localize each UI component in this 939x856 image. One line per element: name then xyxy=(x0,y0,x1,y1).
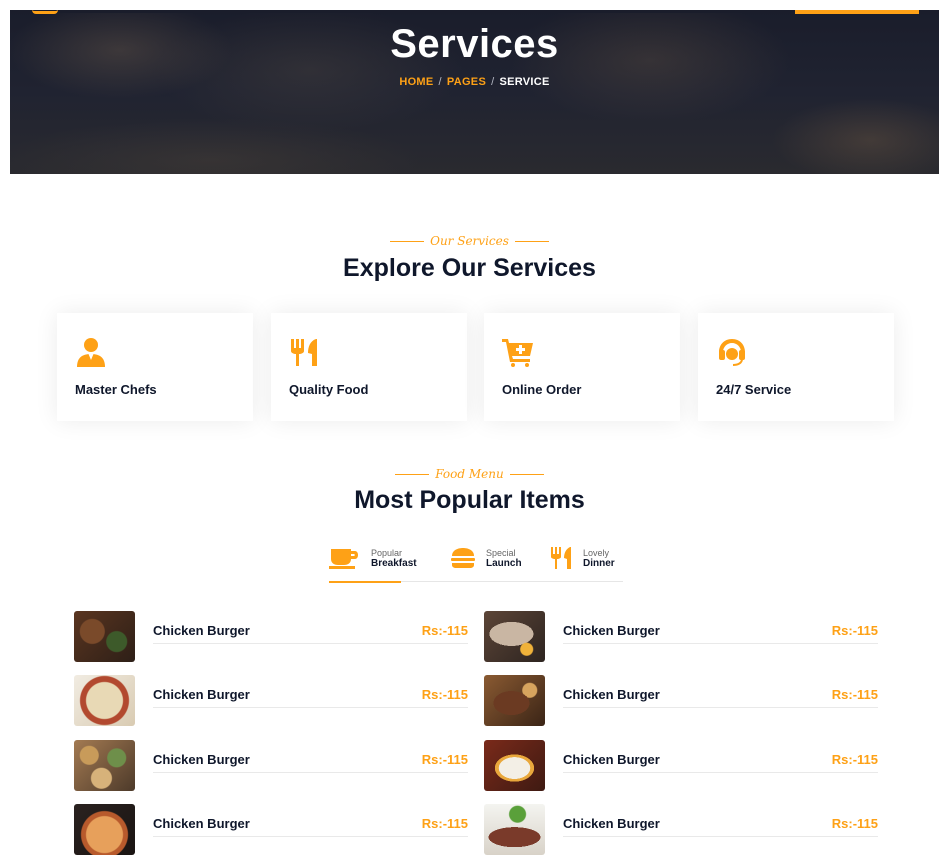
breadcrumb-pages[interactable]: PAGES xyxy=(447,76,486,88)
menu-item-name: Chicken Burger xyxy=(153,752,250,767)
menu-item[interactable]: Chicken Burger Rs:-115 xyxy=(484,804,878,856)
menu-item-name: Chicken Burger xyxy=(563,816,660,831)
breadcrumb: HOME / PAGES / SERVICE xyxy=(10,76,939,88)
breadcrumb-separator: / xyxy=(491,76,495,88)
menu-item[interactable]: Chicken Burger Rs:-115 xyxy=(484,675,878,727)
menu-item-name: Chicken Burger xyxy=(153,623,250,638)
utensils-icon xyxy=(291,339,317,366)
menu-item[interactable]: Chicken Burger Rs:-115 xyxy=(74,740,468,792)
divider xyxy=(563,643,878,644)
breadcrumb-current: SERVICE xyxy=(499,76,550,88)
divider xyxy=(153,643,468,644)
services-title: Explore Our Services xyxy=(343,254,596,282)
divider xyxy=(563,707,878,708)
breadcrumb-separator: / xyxy=(438,76,442,88)
divider xyxy=(563,772,878,773)
food-thumbnail xyxy=(74,804,135,855)
food-thumbnail xyxy=(484,740,545,791)
food-thumbnail xyxy=(74,611,135,662)
menu-item[interactable]: Chicken Burger Rs:-115 xyxy=(74,611,468,663)
menu-item-price: Rs:-115 xyxy=(831,687,878,702)
divider xyxy=(563,836,878,837)
menu-tabs: Popular Breakfast Special Launch Lovely … xyxy=(329,544,623,583)
kicker-line xyxy=(395,474,430,475)
logo-mark[interactable] xyxy=(32,10,58,14)
book-table-button[interactable] xyxy=(795,10,919,14)
tab-title: Breakfast xyxy=(371,558,417,569)
utensils-icon xyxy=(551,547,571,569)
page-title: Services xyxy=(390,22,559,66)
service-card-quality-food[interactable]: Quality Food xyxy=(271,313,467,421)
tab-dinner[interactable]: Lovely Dinner xyxy=(549,544,623,582)
page-header-hero: Services HOME / PAGES / SERVICE xyxy=(10,10,939,174)
divider xyxy=(153,772,468,773)
kicker-line xyxy=(509,474,544,475)
food-thumbnail xyxy=(484,611,545,662)
tab-title: Dinner xyxy=(583,558,615,569)
service-label: Quality Food xyxy=(289,382,369,397)
coffee-icon xyxy=(329,549,358,569)
menu-title: Most Popular Items xyxy=(354,486,585,514)
tab-active-indicator xyxy=(329,581,401,583)
service-label: Master Chefs xyxy=(75,382,157,397)
tab-launch[interactable]: Special Launch xyxy=(450,544,530,582)
menu-item[interactable]: Chicken Burger Rs:-115 xyxy=(484,611,878,663)
menu-item-price: Rs:-115 xyxy=(421,752,468,767)
tab-subtitle: Popular xyxy=(371,548,403,558)
menu-item-name: Chicken Burger xyxy=(153,816,250,831)
menu-item-name: Chicken Burger xyxy=(563,752,660,767)
menu-item[interactable]: Chicken Burger Rs:-115 xyxy=(74,804,468,856)
menu-item-price: Rs:-115 xyxy=(831,816,878,831)
services-kicker: Our Services xyxy=(0,234,939,248)
service-card-24-7-service[interactable]: 24/7 Service xyxy=(698,313,894,421)
service-card-online-order[interactable]: Online Order xyxy=(484,313,680,421)
food-thumbnail xyxy=(484,675,545,726)
tab-subtitle: Lovely xyxy=(583,548,610,558)
food-thumbnail xyxy=(74,675,135,726)
chef-icon xyxy=(77,338,105,367)
headset-icon xyxy=(719,339,745,366)
menu-item-price: Rs:-115 xyxy=(421,687,468,702)
menu-item[interactable]: Chicken Burger Rs:-115 xyxy=(484,740,878,792)
food-thumbnail xyxy=(74,740,135,791)
menu-kicker-text: Food Menu xyxy=(435,467,504,481)
menu-item-price: Rs:-115 xyxy=(831,623,878,638)
food-thumbnail xyxy=(484,804,545,855)
service-card-master-chefs[interactable]: Master Chefs xyxy=(57,313,253,421)
tab-title: Launch xyxy=(486,558,522,569)
breadcrumb-home[interactable]: HOME xyxy=(399,76,433,88)
kicker-line xyxy=(514,241,549,242)
hamburger-icon xyxy=(451,548,475,568)
divider xyxy=(153,836,468,837)
menu-item-price: Rs:-115 xyxy=(421,623,468,638)
cart-plus-icon xyxy=(502,339,533,367)
divider xyxy=(153,707,468,708)
menu-item-name: Chicken Burger xyxy=(563,687,660,702)
kicker-line xyxy=(390,241,425,242)
menu-item-price: Rs:-115 xyxy=(421,816,468,831)
menu-item-name: Chicken Burger xyxy=(563,623,660,638)
menu-kicker: Food Menu xyxy=(0,467,939,481)
service-label: Online Order xyxy=(502,382,582,397)
menu-item-name: Chicken Burger xyxy=(153,687,250,702)
menu-item[interactable]: Chicken Burger Rs:-115 xyxy=(74,675,468,727)
services-kicker-text: Our Services xyxy=(430,234,509,248)
service-label: 24/7 Service xyxy=(716,382,792,397)
menu-item-price: Rs:-115 xyxy=(831,752,878,767)
tab-breakfast[interactable]: Popular Breakfast xyxy=(329,544,429,583)
tab-subtitle: Special xyxy=(486,548,516,558)
